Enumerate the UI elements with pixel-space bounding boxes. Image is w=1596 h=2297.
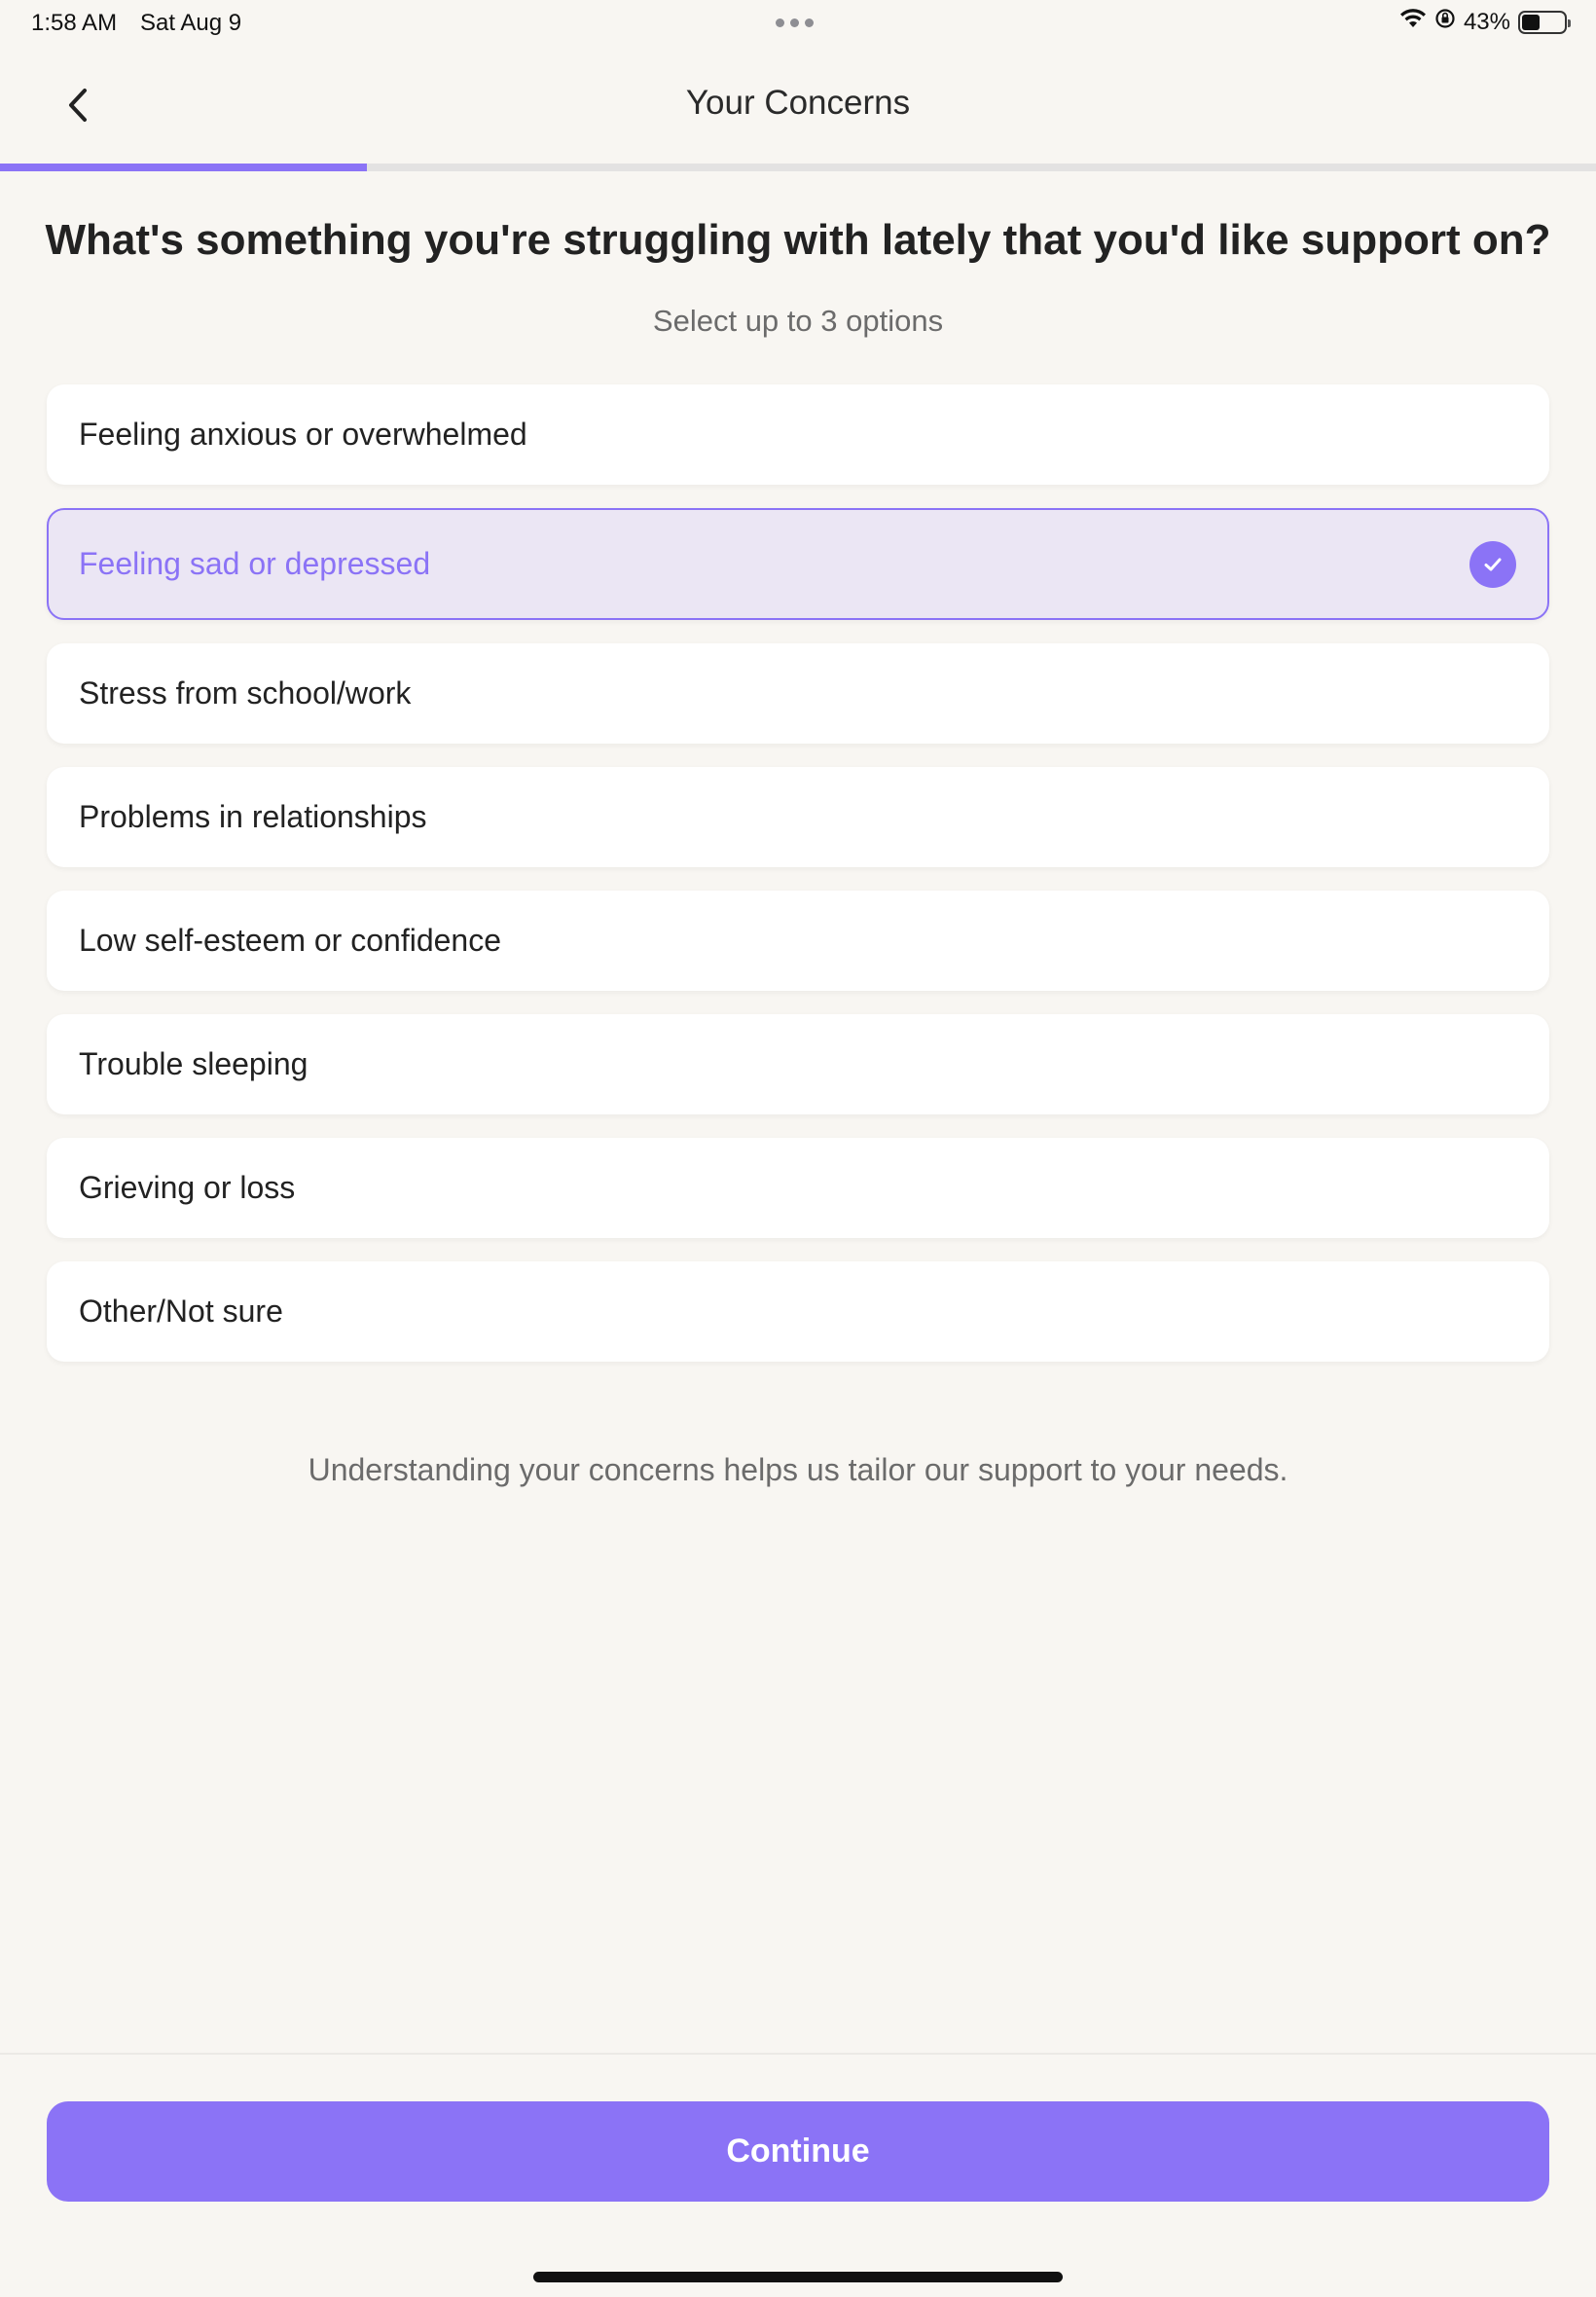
option-label: Feeling sad or depressed	[79, 546, 431, 581]
option-label: Other/Not sure	[79, 1294, 283, 1329]
option-item-selected[interactable]: Feeling sad or depressed	[47, 508, 1549, 620]
progress-fill	[0, 164, 368, 171]
option-item[interactable]: Problems in relationships	[47, 767, 1549, 867]
status-indicators: 43%	[1399, 8, 1571, 36]
page-title: Your Concerns	[685, 84, 911, 122]
status-date: Sat Aug 9	[140, 10, 242, 36]
status-time: 1:58 AM	[31, 10, 118, 36]
home-indicator[interactable]	[533, 2272, 1063, 2282]
option-item[interactable]: Grieving or loss	[47, 1138, 1549, 1238]
nav-header: Your Concerns	[0, 68, 1596, 142]
question-title: What's something you're struggling with …	[45, 216, 1551, 264]
option-item[interactable]: Stress from school/work	[47, 643, 1549, 744]
option-label: Low self-esteem or confidence	[79, 923, 501, 958]
multitasking-dots-icon[interactable]	[776, 18, 814, 27]
option-label: Trouble sleeping	[79, 1046, 308, 1081]
option-label: Problems in relationships	[79, 799, 427, 834]
option-item[interactable]: Low self-esteem or confidence	[47, 891, 1549, 991]
orientation-lock-icon	[1434, 8, 1456, 36]
options-list: Feeling anxious or overwhelmed Feeling s…	[47, 384, 1549, 1385]
wifi-icon	[1399, 8, 1427, 36]
progress-bar	[0, 164, 1596, 171]
question-subtitle: Select up to 3 options	[652, 304, 944, 338]
option-item[interactable]: Other/Not sure	[47, 1261, 1549, 1362]
checkmark-icon	[1469, 540, 1516, 588]
option-label: Grieving or loss	[79, 1170, 296, 1205]
status-bar: 1:58 AM Sat Aug 9 43%	[0, 0, 1596, 47]
option-label: Stress from school/work	[79, 675, 412, 711]
continue-button[interactable]: Continue	[47, 2101, 1549, 2202]
footer-note: Understanding your concerns helps us tai…	[308, 1452, 1288, 1487]
battery-icon	[1518, 10, 1571, 34]
option-label: Feeling anxious or overwhelmed	[79, 417, 527, 452]
divider	[0, 2053, 1596, 2055]
option-item[interactable]: Trouble sleeping	[47, 1014, 1549, 1114]
screen: 1:58 AM Sat Aug 9 43% Your Concerns What…	[0, 0, 1596, 2297]
option-item[interactable]: Feeling anxious or overwhelmed	[47, 384, 1549, 485]
battery-percent: 43%	[1463, 8, 1510, 35]
